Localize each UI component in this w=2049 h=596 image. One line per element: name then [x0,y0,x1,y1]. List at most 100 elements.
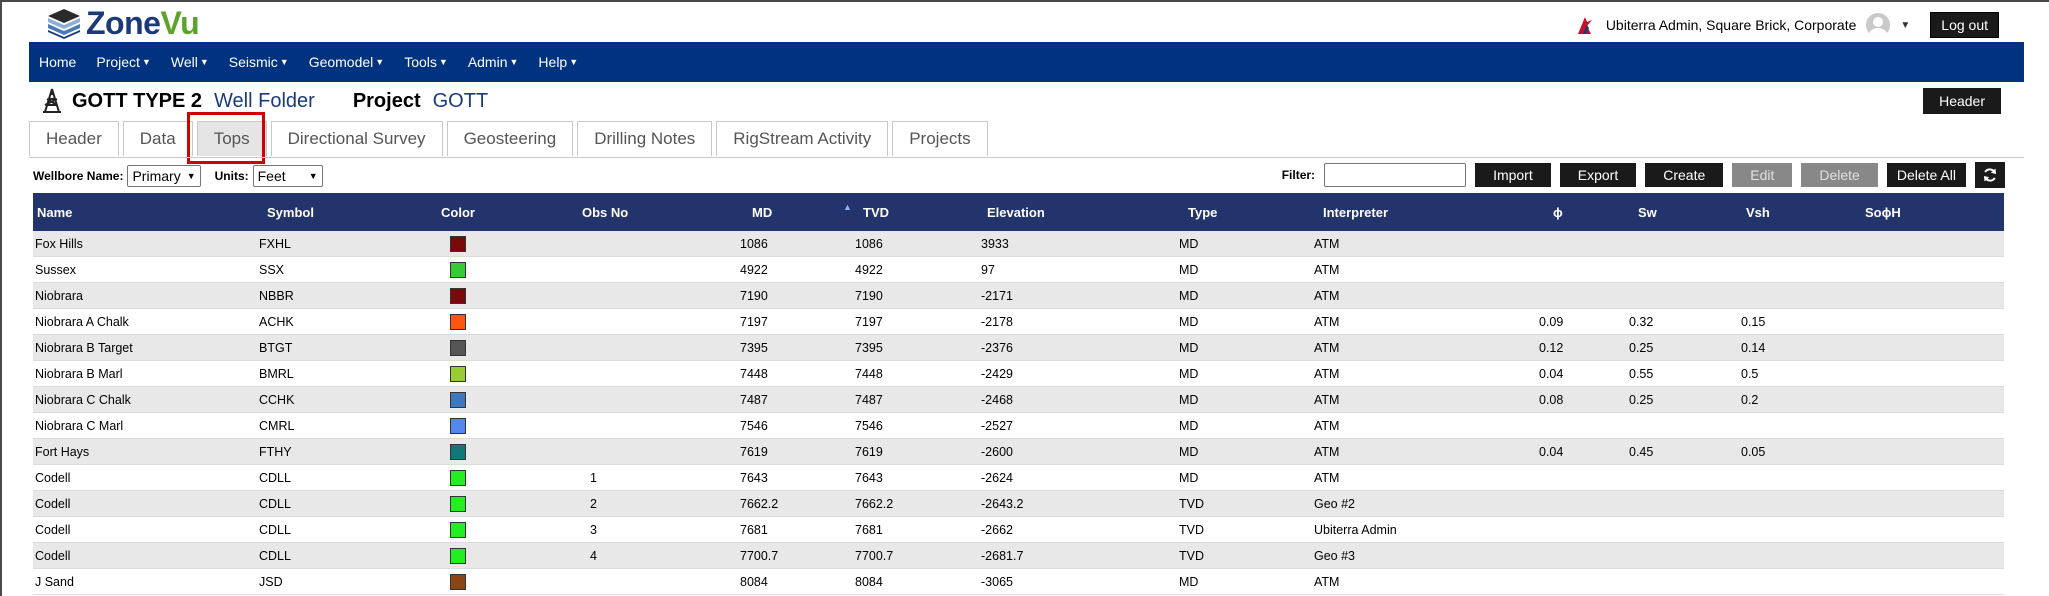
refresh-icon [1984,168,1996,182]
cell-tvd: 7448 [855,366,883,381]
table-row[interactable]: Niobrara B Target BTGT 7395 7395 -2376 MD ATM 0… [33,335,2004,361]
cell-symbol: CCHK [259,392,295,407]
table-row[interactable]: Codell CDLL 4 7700.7 7700.7 -2681.7 TVD Geo #3 [33,543,2004,569]
table-row[interactable]: Codell CDLL 1 7643 7643 -2624 MD ATM [33,465,2004,491]
edit-button[interactable]: Edit [1732,163,1793,187]
tab-rigstream-activity[interactable]: RigStream Activity [716,121,889,156]
nav-well[interactable]: Well ▼ [161,54,219,70]
table-row[interactable]: Fort Hays FTHY 7619 7619 -2600 MD ATM 0.04 0.45 0… [33,439,2004,465]
filter-input[interactable] [1324,163,1467,187]
cell-md: 7448 [740,366,768,381]
delete-all-button[interactable]: Delete All [1886,163,1966,187]
nav-home[interactable]: Home [29,54,86,70]
column-header-phi[interactable]: ϕ [1553,205,1563,220]
create-button[interactable]: Create [1645,163,1724,187]
caret-down-icon: ▼ [509,57,519,67]
tab-directional-survey[interactable]: Directional Survey [270,121,443,156]
tab-geosteering[interactable]: Geosteering [446,121,574,156]
cell-elev: -2178 [981,314,1013,329]
cell-tvd: 7197 [855,314,883,329]
project-label: Project [352,89,421,112]
cell-interp: ATM [1314,574,1340,589]
cell-tvd: 7643 [855,470,883,485]
column-header-md[interactable]: MD [752,205,772,220]
color-swatch [450,444,466,460]
cell-interp: ATM [1314,236,1340,251]
cell-symbol: NBBR [259,288,294,303]
column-header-interpreter[interactable]: Interpreter [1323,205,1388,220]
caret-down-icon: ▼ [569,57,579,67]
cell-md: 7681 [740,522,768,537]
cell-name: Codell [35,548,71,563]
column-header-sophih[interactable]: SoϕH [1865,205,1901,220]
cell-interp: ATM [1314,470,1340,485]
delete-button[interactable]: Delete [1801,163,1878,187]
table-row[interactable]: Fox Hills FXHL 1086 1086 3933 MD ATM [33,231,2004,257]
column-header-name[interactable]: Name [37,205,72,220]
project-link[interactable]: GOTT [433,90,489,113]
units-select[interactable]: Feet ▼ [252,165,323,187]
cell-elev: -2468 [981,392,1013,407]
nav-tools[interactable]: Tools ▼ [394,54,458,70]
import-button[interactable]: Import [1475,163,1551,187]
cell-md: 7197 [740,314,768,329]
nav-admin[interactable]: Admin ▼ [458,54,529,70]
zonevu-logo[interactable]: ZoneVu [46,4,200,42]
chevron-down-icon[interactable]: ▼ [1900,20,1910,31]
column-header-color[interactable]: Color [441,205,475,220]
tab-drilling-notes[interactable]: Drilling Notes [577,121,713,156]
table-row[interactable]: Codell CDLL 2 7662.2 7662.2 -2643.2 TVD Geo #2 [33,491,2004,517]
table-row[interactable]: Sussex SSX 4922 4922 97 MD ATM [33,257,2004,283]
sort-ascending-icon: ▲ [843,202,852,212]
table-row[interactable]: J Sand JSD 8084 8084 -3065 MD ATM [33,569,2004,595]
table-row[interactable]: Niobrara A Chalk ACHK 7197 7197 -2178 MD ATM 0.… [33,309,2004,335]
nav-seismic[interactable]: Seismic ▼ [219,54,299,70]
table-row[interactable]: Niobrara NBBR 7190 7190 -2171 MD ATM [33,283,2004,309]
tab-bar: Header Data Tops Directional Survey Geos… [29,121,992,157]
cell-tvd: 1086 [855,236,883,251]
cell-md: 7619 [740,444,768,459]
color-swatch [450,548,466,564]
table-row[interactable]: Niobrara B Marl BMRL 7448 7448 -2429 MD ATM 0.0… [33,361,2004,387]
cell-elev: -2624 [981,470,1013,485]
nav-geomodel[interactable]: Geomodel ▼ [299,54,395,70]
table-row[interactable]: Niobrara C Chalk CCHK 7487 7487 -2468 MD ATM 0.… [33,387,2004,413]
tab-data[interactable]: Data [122,121,193,156]
nav-help[interactable]: Help ▼ [528,54,588,70]
cell-type: MD [1179,470,1199,485]
wellbore-select[interactable]: Primary ▼ [127,165,201,187]
column-header-sw[interactable]: Sw [1638,205,1657,220]
tab-header[interactable]: Header [29,121,119,156]
cell-phi: 0.04 [1539,366,1564,381]
color-swatch [450,574,466,590]
logout-button[interactable]: Log out [1930,12,1999,38]
column-header-tvd[interactable]: TVD [863,205,889,220]
cell-symbol: BTGT [259,340,293,355]
cell-obs: 3 [590,522,597,537]
caret-down-icon: ▼ [438,57,448,67]
table-row[interactable]: Codell CDLL 3 7681 7681 -2662 TVD Ubiterra Admi… [33,517,2004,543]
tops-table: Name Symbol Color Obs No MD ▲ TVD Elevat… [33,193,2004,595]
table-row[interactable]: Niobrara C Marl CMRL 7546 7546 -2527 MD ATM [33,413,2004,439]
cell-name: Niobrara C Chalk [35,392,131,407]
cell-md: 7487 [740,392,768,407]
column-header-vsh[interactable]: Vsh [1746,205,1770,220]
export-button[interactable]: Export [1559,163,1637,187]
column-header-obs-no[interactable]: Obs No [582,205,628,220]
wellbore-label: Wellbore Name: [33,169,124,183]
nav-project[interactable]: Project ▼ [86,54,161,70]
column-header-symbol[interactable]: Symbol [267,205,314,220]
cell-tvd: 7662.2 [855,496,894,511]
cell-md: 7190 [740,288,768,303]
table-header: Name Symbol Color Obs No MD ▲ TVD Elevat… [33,193,2004,231]
tab-projects[interactable]: Projects [892,121,988,156]
refresh-button[interactable] [1975,162,2005,188]
well-folder-link[interactable]: Well Folder [214,90,315,113]
cell-symbol: CDLL [259,548,291,563]
nav-label: Seismic [228,54,278,70]
column-header-elevation[interactable]: Elevation [987,205,1045,220]
cell-md: 7662.2 [740,496,779,511]
header-button[interactable]: Header [1923,88,2001,114]
column-header-type[interactable]: Type [1188,205,1217,220]
avatar[interactable] [1866,13,1891,37]
